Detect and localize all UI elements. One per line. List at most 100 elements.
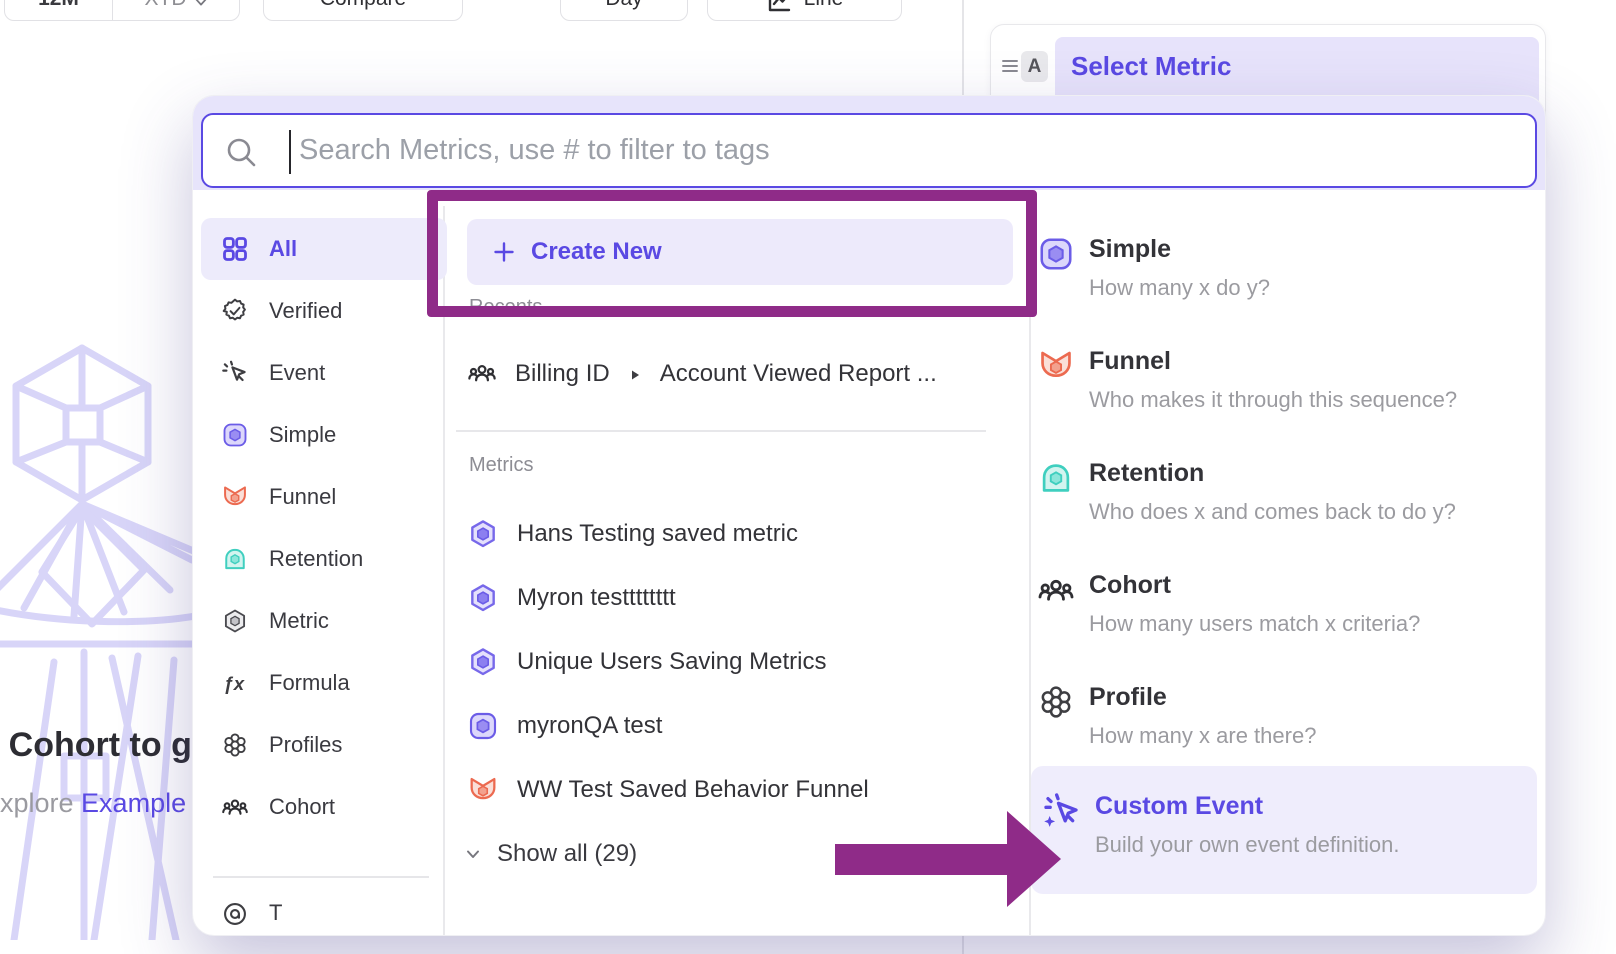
simple-metric-icon [221, 421, 249, 449]
recent-item-prefix: Billing ID [515, 360, 610, 388]
sidebar-item-verified[interactable]: Verified [201, 280, 447, 342]
funnel-icon [467, 774, 499, 806]
saved-metrics-list: Hans Testing saved metric Myron testtttt… [467, 502, 1012, 822]
sidebar-item-label: Formula [269, 670, 350, 696]
compare-button[interactable]: Compare [263, 0, 463, 21]
sidebar-item-profiles[interactable]: Profiles [201, 714, 447, 776]
interval-label: Day [605, 0, 642, 11]
partial-icon [221, 900, 249, 928]
chevron-down-icon [465, 846, 481, 862]
sidebar-item-metric[interactable]: Metric [201, 590, 447, 652]
funnel-icon [1037, 347, 1075, 385]
list-item[interactable]: myronQA test [467, 694, 1012, 758]
search-input[interactable] [299, 115, 1519, 186]
simple-metric-icon [1037, 235, 1075, 273]
metric-hexagon-icon [221, 607, 249, 635]
metric-type-funnel[interactable]: Funnel Who makes it through this sequenc… [1037, 339, 1537, 439]
metric-type-custom-event[interactable]: Custom Event Build your own event defini… [1031, 766, 1537, 894]
metric-type-simple[interactable]: Simple How many x do y? [1037, 227, 1537, 327]
explore-text: xplore [0, 788, 81, 818]
metric-name: WW Test Saved Behavior Funnel [517, 776, 869, 804]
app-root: 12M XTD Compare Day Line A Select Metric… [0, 0, 1616, 954]
recent-item[interactable]: Billing ID Account Viewed Report ... [467, 352, 937, 396]
formula-fx-icon [221, 669, 249, 697]
recent-item-suffix: Account Viewed Report ... [660, 360, 937, 388]
metric-letter-badge: A [1021, 51, 1048, 82]
metric-hexagon-icon [467, 518, 499, 550]
metric-type-retention[interactable]: Retention Who does x and comes back to d… [1037, 451, 1537, 551]
sidebar-item-label: Profiles [269, 732, 342, 758]
show-all-label: Show all (29) [497, 840, 637, 868]
list-item[interactable]: Unique Users Saving Metrics [467, 630, 1012, 694]
date-range-group: 12M XTD [4, 0, 240, 21]
retention-icon [1037, 459, 1075, 497]
metric-type-profile[interactable]: Profile How many x are there? [1037, 675, 1537, 775]
metric-type-cohort[interactable]: Cohort How many users match x criteria? [1037, 563, 1537, 663]
metric-type-title: Profile [1089, 675, 1167, 719]
metric-name: Hans Testing saved metric [517, 520, 798, 548]
chart-type-label: Line [804, 0, 844, 11]
metric-type-subtitle: How many x do y? [1089, 271, 1270, 305]
chart-type-line-button[interactable]: Line [707, 0, 902, 21]
range-xtd-label: XTD [145, 0, 187, 11]
range-xtd-button[interactable]: XTD [113, 0, 239, 20]
simple-metric-icon [467, 710, 499, 742]
line-chart-icon [766, 0, 792, 14]
event-cursor-icon [221, 359, 249, 387]
metric-type-title: Funnel [1089, 339, 1171, 383]
funnel-icon [221, 483, 249, 511]
sidebar-item-funnel[interactable]: Funnel [201, 466, 447, 528]
sidebar-item-label: Verified [269, 298, 342, 324]
metric-type-subtitle: How many x are there? [1089, 719, 1316, 753]
metric-type-subtitle: How many users match x criteria? [1089, 607, 1420, 641]
sidebar-item-simple[interactable]: Simple [201, 404, 447, 466]
grid-icon [221, 235, 249, 263]
arrow-head [1007, 811, 1061, 907]
wireframe-illustration [0, 320, 196, 940]
example-link[interactable]: Example I [81, 788, 191, 818]
sidebar-item-label: All [269, 236, 297, 262]
background-headline: r Cohort to ge [0, 726, 192, 770]
sidebar-item-retention[interactable]: Retention [201, 528, 447, 590]
sidebar-item-event[interactable]: Event [201, 342, 447, 404]
search-icon [223, 134, 259, 170]
metric-type-title: Custom Event [1095, 784, 1263, 828]
text-cursor [289, 130, 291, 174]
metric-hexagon-icon [467, 646, 499, 678]
range-12m-label: 12M [38, 0, 79, 11]
profiles-cluster-icon [1037, 683, 1075, 721]
metric-type-subtitle: Build your own event definition. [1095, 828, 1400, 862]
sidebar-item-label: Funnel [269, 484, 336, 510]
metric-name: Unique Users Saving Metrics [517, 648, 826, 676]
show-all-button[interactable]: Show all (29) [465, 836, 637, 872]
metric-type-subtitle: Who does x and comes back to do y? [1089, 495, 1456, 529]
interval-day-button[interactable]: Day [560, 0, 688, 21]
filter-sidebar: All Verified Event Simple Funnel Retenti… [201, 218, 447, 928]
sidebar-item-label: Cohort [269, 794, 335, 820]
profiles-cluster-icon [221, 731, 249, 759]
drag-handle-icon[interactable] [1000, 56, 1020, 76]
sidebar-item-formula[interactable]: Formula [201, 652, 447, 714]
sidebar-item-all[interactable]: All [201, 218, 447, 280]
cohort-people-icon [1037, 571, 1075, 609]
metric-name: myronQA test [517, 712, 662, 740]
list-item[interactable]: Hans Testing saved metric [467, 502, 1012, 566]
sidebar-item-label: T [269, 900, 282, 926]
sidebar-item-label: Metric [269, 608, 329, 634]
search-box [201, 113, 1537, 188]
metrics-section-label: Metrics [469, 454, 533, 477]
sidebar-item-label: Retention [269, 546, 363, 572]
metric-type-title: Retention [1089, 451, 1204, 495]
list-item[interactable]: Myron testttttttt [467, 566, 1012, 630]
retention-icon [221, 545, 249, 573]
verified-badge-icon [221, 297, 249, 325]
annotation-arrow [835, 811, 1061, 907]
cohort-people-icon [467, 358, 499, 390]
range-12m-button[interactable]: 12M [5, 0, 113, 20]
annotation-highlight-box [427, 190, 1037, 317]
select-metric-label: Select Metric [1071, 51, 1231, 82]
background-subtext: xplore Example I [0, 788, 191, 826]
sidebar-item-cohort[interactable]: Cohort [201, 776, 447, 838]
metric-type-title: Simple [1089, 227, 1171, 271]
sidebar-item-partial[interactable]: T [201, 900, 447, 928]
